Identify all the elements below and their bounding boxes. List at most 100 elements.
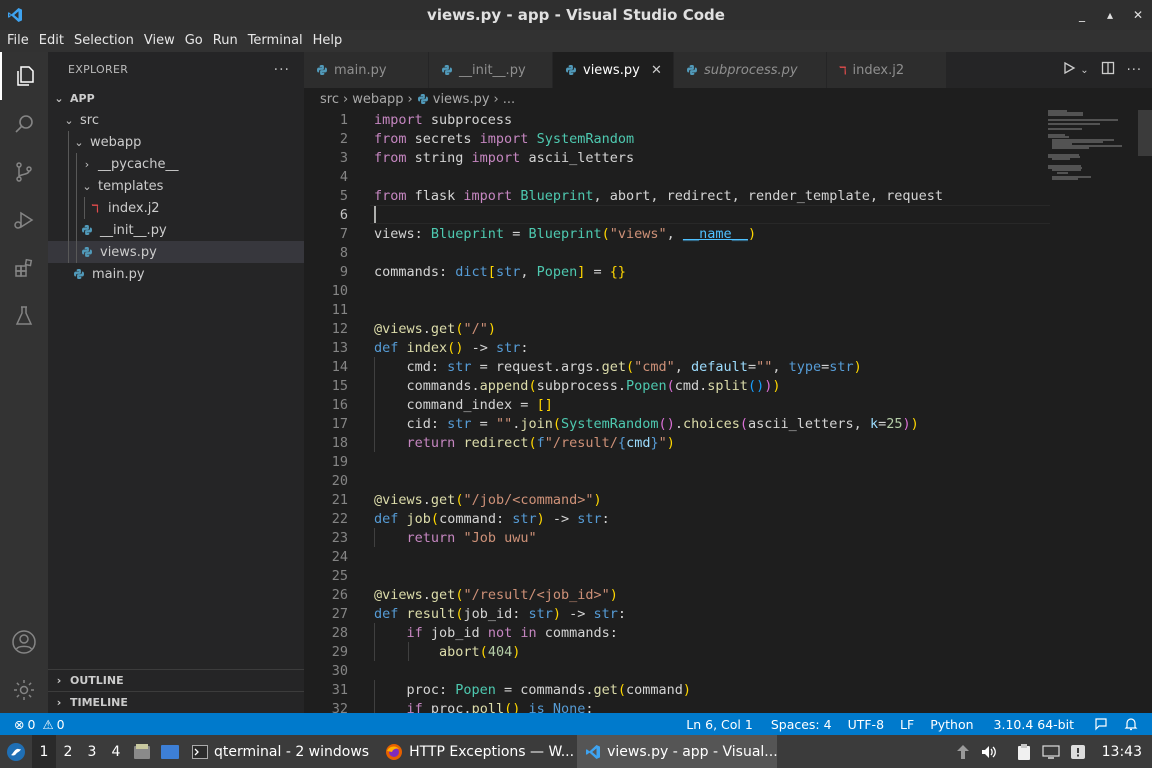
close-tab-icon[interactable]: ✕ xyxy=(650,63,663,78)
tree-root-app[interactable]: ⌄ APP xyxy=(48,87,304,109)
code-line[interactable]: 22 def job(command: str) -> str: xyxy=(304,509,1054,528)
account-icon[interactable] xyxy=(0,618,48,666)
code-line[interactable]: 19 xyxy=(304,452,1054,471)
feedback-icon[interactable] xyxy=(1082,717,1116,731)
encoding-status[interactable]: UTF-8 xyxy=(840,717,892,732)
code-line[interactable]: 27 def result(job_id: str) -> str: xyxy=(304,604,1054,623)
explorer-icon[interactable] xyxy=(0,52,48,100)
menu-help[interactable]: Help xyxy=(308,30,348,52)
manage-gear-icon[interactable] xyxy=(0,666,48,714)
code-line[interactable]: 1 import subprocess xyxy=(304,110,1054,129)
tab-views-py[interactable]: views.py ✕ xyxy=(553,52,674,88)
tab-subprocess-py[interactable]: subprocess.py xyxy=(674,52,827,88)
code-line[interactable]: 16 command_index = [] xyxy=(304,395,1054,414)
indentation-status[interactable]: Spaces: 4 xyxy=(761,717,840,732)
app-menu-icon[interactable] xyxy=(0,735,32,768)
code-line[interactable]: 12 @views.get("/") xyxy=(304,319,1054,338)
code-line[interactable]: 13 def index() -> str: xyxy=(304,338,1054,357)
menu-selection[interactable]: Selection xyxy=(69,30,139,52)
task-vscode[interactable]: views.py - app - Visual... xyxy=(577,735,778,768)
timeline-section[interactable]: › TIMELINE xyxy=(48,691,304,713)
run-debug-icon[interactable] xyxy=(0,196,48,244)
code-line[interactable]: 18 return redirect(f"/result/{cmd}") xyxy=(304,433,1054,452)
volume-icon[interactable] xyxy=(980,744,998,760)
task-qterminal[interactable]: qterminal - 2 windows xyxy=(184,735,377,768)
minimize-button[interactable]: _ xyxy=(1076,8,1088,22)
updates-icon[interactable] xyxy=(956,744,970,760)
clipboard-icon[interactable] xyxy=(1016,743,1032,761)
menu-go[interactable]: Go xyxy=(180,30,208,52)
menu-edit[interactable]: Edit xyxy=(34,30,69,52)
tree-item-webapp[interactable]: ⌄ webapp xyxy=(48,131,304,153)
code-line[interactable]: 11 xyxy=(304,300,1054,319)
close-window-button[interactable]: ✕ xyxy=(1132,8,1144,22)
tab-init-py[interactable]: __init__.py xyxy=(429,52,553,88)
menu-terminal[interactable]: Terminal xyxy=(243,30,308,52)
tree-item-index-j2[interactable]: ℸ index.j2 xyxy=(48,197,304,219)
network-icon[interactable] xyxy=(1042,744,1060,760)
breadcrumb-item[interactable]: src xyxy=(320,92,339,107)
code-line[interactable]: 15 commands.append(subprocess.Popen(cmd.… xyxy=(304,376,1054,395)
code-line[interactable]: 10 xyxy=(304,281,1054,300)
menu-file[interactable]: File xyxy=(2,30,34,52)
problems-status[interactable]: ⊗ 0 ⚠ 0 xyxy=(0,717,73,732)
tree-item-src[interactable]: ⌄ src xyxy=(48,109,304,131)
code-line[interactable]: 5 from flask import Blueprint, abort, red… xyxy=(304,186,1054,205)
show-desktop-icon[interactable] xyxy=(156,735,184,768)
menu-view[interactable]: View xyxy=(139,30,180,52)
code-line[interactable]: 3 from string import ascii_letters xyxy=(304,148,1054,167)
code-line[interactable]: 2 from secrets import SystemRandom xyxy=(304,129,1054,148)
code-line[interactable]: 21 @views.get("/job/<command>") xyxy=(304,490,1054,509)
tree-item-templates[interactable]: ⌄ templates xyxy=(48,175,304,197)
editor-scrollbar[interactable] xyxy=(1138,110,1152,713)
task-firefox[interactable]: HTTP Exceptions — W... xyxy=(377,735,577,768)
editor-more-actions-icon[interactable]: ··· xyxy=(1127,63,1142,78)
python-interpreter[interactable]: 3.10.4 64-bit xyxy=(982,717,1082,732)
scroll-thumb[interactable] xyxy=(1138,110,1152,156)
code-line[interactable]: 17 cid: str = "".join(SystemRandom().cho… xyxy=(304,414,1054,433)
workspace-4[interactable]: 4 xyxy=(104,735,128,768)
workspace-1[interactable]: 1 xyxy=(32,735,56,768)
source-control-icon[interactable] xyxy=(0,148,48,196)
code-line[interactable]: 25 xyxy=(304,566,1054,585)
code-line[interactable]: 4 xyxy=(304,167,1054,186)
code-line[interactable]: 31 proc: Popen = commands.get(command) xyxy=(304,680,1054,699)
tab-main-py[interactable]: main.py xyxy=(304,52,429,88)
run-dropdown-chevron-icon[interactable]: ⌄ xyxy=(1080,65,1088,76)
more-actions-button[interactable]: ··· xyxy=(274,62,290,78)
workspace-2[interactable]: 2 xyxy=(56,735,80,768)
breadcrumb-item[interactable]: views.py xyxy=(433,92,490,107)
breadcrumb-item[interactable]: webapp xyxy=(352,92,403,107)
code-line[interactable]: 29 abort(404) xyxy=(304,642,1054,661)
cursor-position[interactable]: Ln 6, Col 1 xyxy=(678,717,761,732)
code-line[interactable]: 20 xyxy=(304,471,1054,490)
testing-flask-icon[interactable] xyxy=(0,292,48,340)
tree-item-views-py[interactable]: views.py xyxy=(48,241,304,263)
code-line[interactable]: 9 commands: dict[str, Popen] = {} xyxy=(304,262,1054,281)
workspace-3[interactable]: 3 xyxy=(80,735,104,768)
code-line[interactable]: 28 if job_id not in commands: xyxy=(304,623,1054,642)
code-line[interactable]: 32 if proc.poll() is None: xyxy=(304,699,1054,714)
file-manager-icon[interactable] xyxy=(128,735,156,768)
tree-item-init-py[interactable]: __init__.py xyxy=(48,219,304,241)
breadcrumb-item[interactable]: ... xyxy=(503,92,515,107)
notification-icon[interactable] xyxy=(1070,744,1086,760)
tab-index-j2[interactable]: ℸ index.j2 xyxy=(827,52,947,88)
language-mode[interactable]: Python xyxy=(922,717,981,732)
maximize-button[interactable]: ▴ xyxy=(1104,8,1116,22)
outline-section[interactable]: › OUTLINE xyxy=(48,669,304,691)
code-line[interactable]: 23 return "Job uwu" xyxy=(304,528,1054,547)
code-line[interactable]: 24 xyxy=(304,547,1054,566)
tree-item-pycache[interactable]: › __pycache__ xyxy=(48,153,304,175)
code-editor[interactable]: 1 import subprocess 2 from secrets import S… xyxy=(304,110,1152,713)
code-line[interactable]: 30 xyxy=(304,661,1054,680)
code-line[interactable]: 8 xyxy=(304,243,1054,262)
code-line[interactable]: 6 xyxy=(304,205,1054,224)
tree-item-main-py[interactable]: main.py xyxy=(48,263,304,285)
minimap[interactable] xyxy=(1048,110,1138,190)
menu-run[interactable]: Run xyxy=(208,30,243,52)
extensions-icon[interactable] xyxy=(0,244,48,292)
notifications-bell-icon[interactable] xyxy=(1116,717,1152,731)
code-line[interactable]: 26 @views.get("/result/<job_id>") xyxy=(304,585,1054,604)
code-line[interactable]: 7 views: Blueprint = Blueprint("views", _… xyxy=(304,224,1054,243)
